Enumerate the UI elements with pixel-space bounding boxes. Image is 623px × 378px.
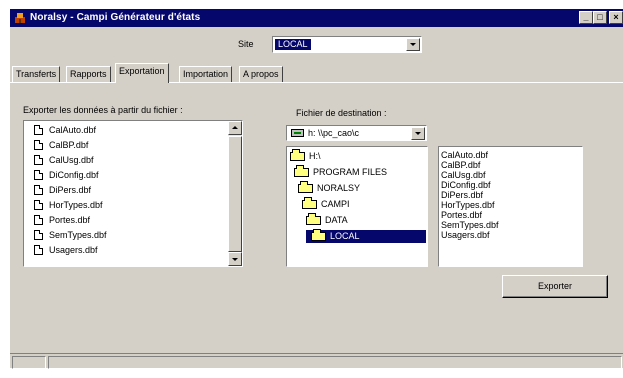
list-item[interactable]: CalBP.dbf: [441, 160, 480, 170]
folder-item-data[interactable]: DATA: [306, 213, 352, 227]
list-item[interactable]: CalBP.dbf: [34, 140, 88, 151]
list-item[interactable]: Portes.dbf: [441, 210, 482, 220]
list-item[interactable]: CalAuto.dbf: [441, 150, 488, 160]
list-item[interactable]: Portes.dbf: [34, 215, 90, 226]
list-item[interactable]: DiPers.dbf: [441, 190, 483, 200]
drive-select[interactable]: h: \\pc_cao\c: [286, 125, 427, 141]
site-select[interactable]: LOCAL: [272, 36, 422, 53]
tab-exportation[interactable]: Exportation: [115, 63, 169, 83]
site-label: Site: [238, 39, 254, 49]
destination-file-list[interactable]: CalAuto.dbf CalBP.dbf CalUsg.dbf DiConfi…: [438, 146, 583, 267]
minimize-button[interactable]: _: [579, 11, 593, 24]
close-button[interactable]: ×: [609, 11, 623, 24]
folder-open-icon: [298, 181, 313, 193]
window-title: Noralsy - Campi Générateur d'états: [30, 12, 201, 23]
tab-a-propos[interactable]: A propos: [239, 66, 283, 83]
file-icon: [34, 185, 43, 195]
list-item[interactable]: CalUsg.dbf: [34, 155, 94, 166]
folder-item-h[interactable]: H:\: [290, 149, 325, 163]
chevron-down-icon[interactable]: [411, 127, 425, 140]
folder-open-icon: [294, 165, 309, 177]
folder-open-icon: [290, 149, 305, 161]
folder-open-icon: [302, 197, 317, 209]
file-icon: [34, 230, 43, 240]
file-icon: [34, 140, 43, 150]
export-button[interactable]: Exporter: [502, 275, 608, 298]
scroll-down-button[interactable]: [228, 252, 242, 266]
tab-rapports[interactable]: Rapports: [66, 66, 111, 83]
file-icon: [34, 170, 43, 180]
tab-divider: [10, 82, 623, 83]
list-item[interactable]: DiPers.dbf: [34, 185, 91, 196]
destination-label: Fichier de destination :: [296, 108, 387, 118]
file-icon: [34, 245, 43, 255]
main-window: Noralsy - Campi Générateur d'états _ □ ×…: [9, 8, 623, 369]
file-icon: [34, 215, 43, 225]
file-icon: [34, 200, 43, 210]
folder-item-local[interactable]: LOCAL: [306, 229, 426, 243]
list-item[interactable]: DiConfig.dbf: [34, 170, 99, 181]
status-cell: [48, 356, 622, 369]
scrollbar[interactable]: [228, 121, 242, 266]
list-item[interactable]: CalAuto.dbf: [34, 125, 96, 136]
list-item[interactable]: HorTypes.dbf: [441, 200, 495, 210]
folder-open-icon: [311, 229, 326, 241]
file-icon: [34, 125, 43, 135]
maximize-button[interactable]: □: [593, 11, 607, 24]
tab-bar: Transferts Rapports Exportation Importat…: [10, 63, 623, 83]
scroll-up-button[interactable]: [228, 121, 242, 135]
drive-icon: [291, 129, 304, 137]
site-select-value: LOCAL: [275, 39, 311, 50]
source-file-list[interactable]: CalAuto.dbf CalBP.dbf CalUsg.dbf DiConfi…: [23, 120, 243, 267]
status-cell: [12, 356, 46, 369]
list-item[interactable]: CalUsg.dbf: [441, 170, 486, 180]
scroll-thumb[interactable]: [228, 136, 242, 252]
list-item[interactable]: DiConfig.dbf: [441, 180, 491, 190]
source-label: Exporter les données à partir du fichier…: [23, 105, 183, 115]
list-item[interactable]: SemTypes.dbf: [34, 230, 107, 241]
folder-open-icon: [306, 213, 321, 225]
list-item[interactable]: Usagers.dbf: [34, 245, 98, 256]
folder-tree[interactable]: H:\ PROGRAM FILES NORALSY CAMPI DATA LOC…: [286, 146, 428, 267]
list-item[interactable]: Usagers.dbf: [441, 230, 490, 240]
folder-item-campi[interactable]: CAMPI: [302, 197, 354, 211]
file-icon: [34, 155, 43, 165]
list-item[interactable]: SemTypes.dbf: [441, 220, 499, 230]
drive-select-value: h: \\pc_cao\c: [308, 128, 360, 138]
title-bar[interactable]: Noralsy - Campi Générateur d'états _ □ ×: [10, 9, 623, 27]
folder-item-noralsy[interactable]: NORALSY: [298, 181, 364, 195]
tab-transferts[interactable]: Transferts: [12, 66, 61, 83]
folder-item-program-files[interactable]: PROGRAM FILES: [294, 165, 391, 179]
app-icon: [15, 13, 25, 23]
tab-importation[interactable]: Importation: [179, 66, 233, 83]
list-item[interactable]: HorTypes.dbf: [34, 200, 103, 211]
status-bar: [10, 353, 623, 369]
chevron-down-icon[interactable]: [406, 38, 420, 51]
